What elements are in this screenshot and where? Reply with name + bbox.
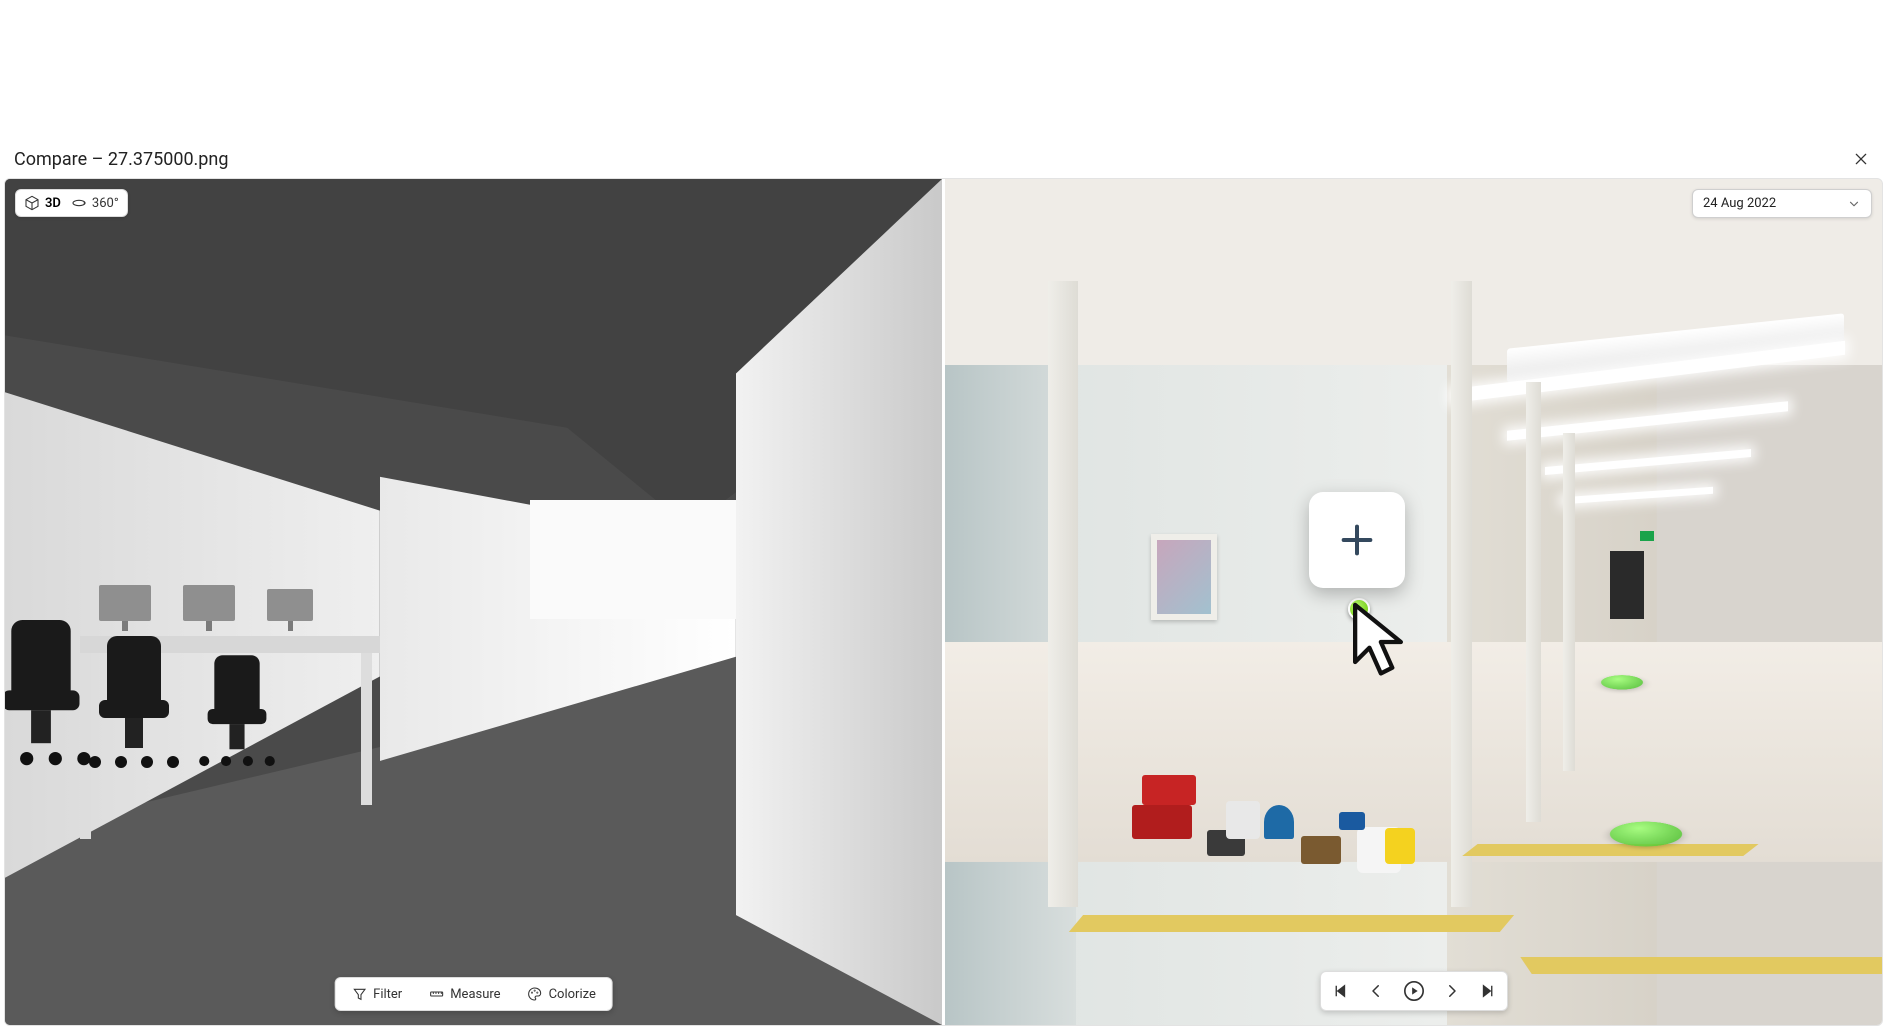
- colorize-label: Colorize: [549, 987, 596, 1002]
- chevron-left-icon: [1367, 982, 1385, 1000]
- add-hotspot-button[interactable]: [1309, 492, 1405, 588]
- photo-scene: [945, 179, 1882, 1025]
- skip-forward-icon: [1479, 982, 1497, 1000]
- nav-play-button[interactable]: [1401, 978, 1427, 1004]
- view-360-button[interactable]: 360°: [71, 195, 119, 211]
- close-button[interactable]: [1849, 147, 1873, 171]
- filter-label: Filter: [373, 987, 402, 1002]
- timeline-nav: [1320, 971, 1508, 1011]
- model-toolbar: Filter Measure Colorize: [334, 977, 613, 1011]
- nav-first-button[interactable]: [1329, 980, 1351, 1002]
- nav-prev-button[interactable]: [1365, 980, 1387, 1002]
- cube-icon: [24, 195, 40, 211]
- view-mode-toggle: 3D 360°: [15, 189, 128, 217]
- skip-back-icon: [1331, 982, 1349, 1000]
- view-3d-label: 3D: [45, 196, 61, 211]
- view-3d-button[interactable]: 3D: [24, 195, 61, 211]
- cursor-icon: [1348, 602, 1408, 686]
- rotate-icon: [71, 195, 87, 211]
- ruler-icon: [428, 986, 444, 1002]
- date-value: 24 Aug 2022: [1703, 196, 1776, 211]
- measure-label: Measure: [450, 987, 500, 1002]
- model-viewport[interactable]: 3D 360° Filter Measure Colori: [5, 179, 942, 1025]
- filter-button[interactable]: Filter: [345, 984, 408, 1004]
- close-icon: [1853, 151, 1869, 167]
- compare-container: 3D 360° Filter Measure Colori: [4, 178, 1883, 1026]
- nav-next-button[interactable]: [1441, 980, 1463, 1002]
- play-circle-icon: [1403, 980, 1425, 1002]
- window-titlebar: Compare – 27.375000.png: [0, 140, 1887, 178]
- date-select[interactable]: 24 Aug 2022: [1692, 189, 1872, 218]
- palette-icon: [527, 986, 543, 1002]
- blank-margin: [0, 0, 1887, 140]
- chevron-right-icon: [1443, 982, 1461, 1000]
- model-scene: [5, 179, 942, 1025]
- plus-icon: [1337, 520, 1377, 560]
- measure-button[interactable]: Measure: [422, 984, 506, 1004]
- photo-viewport[interactable]: 24 Aug 2022: [942, 179, 1882, 1025]
- nav-last-button[interactable]: [1477, 980, 1499, 1002]
- window-title: Compare – 27.375000.png: [14, 149, 228, 170]
- view-360-label: 360°: [92, 196, 119, 211]
- filter-icon: [351, 986, 367, 1002]
- colorize-button[interactable]: Colorize: [521, 984, 602, 1004]
- chevron-down-icon: [1847, 197, 1861, 211]
